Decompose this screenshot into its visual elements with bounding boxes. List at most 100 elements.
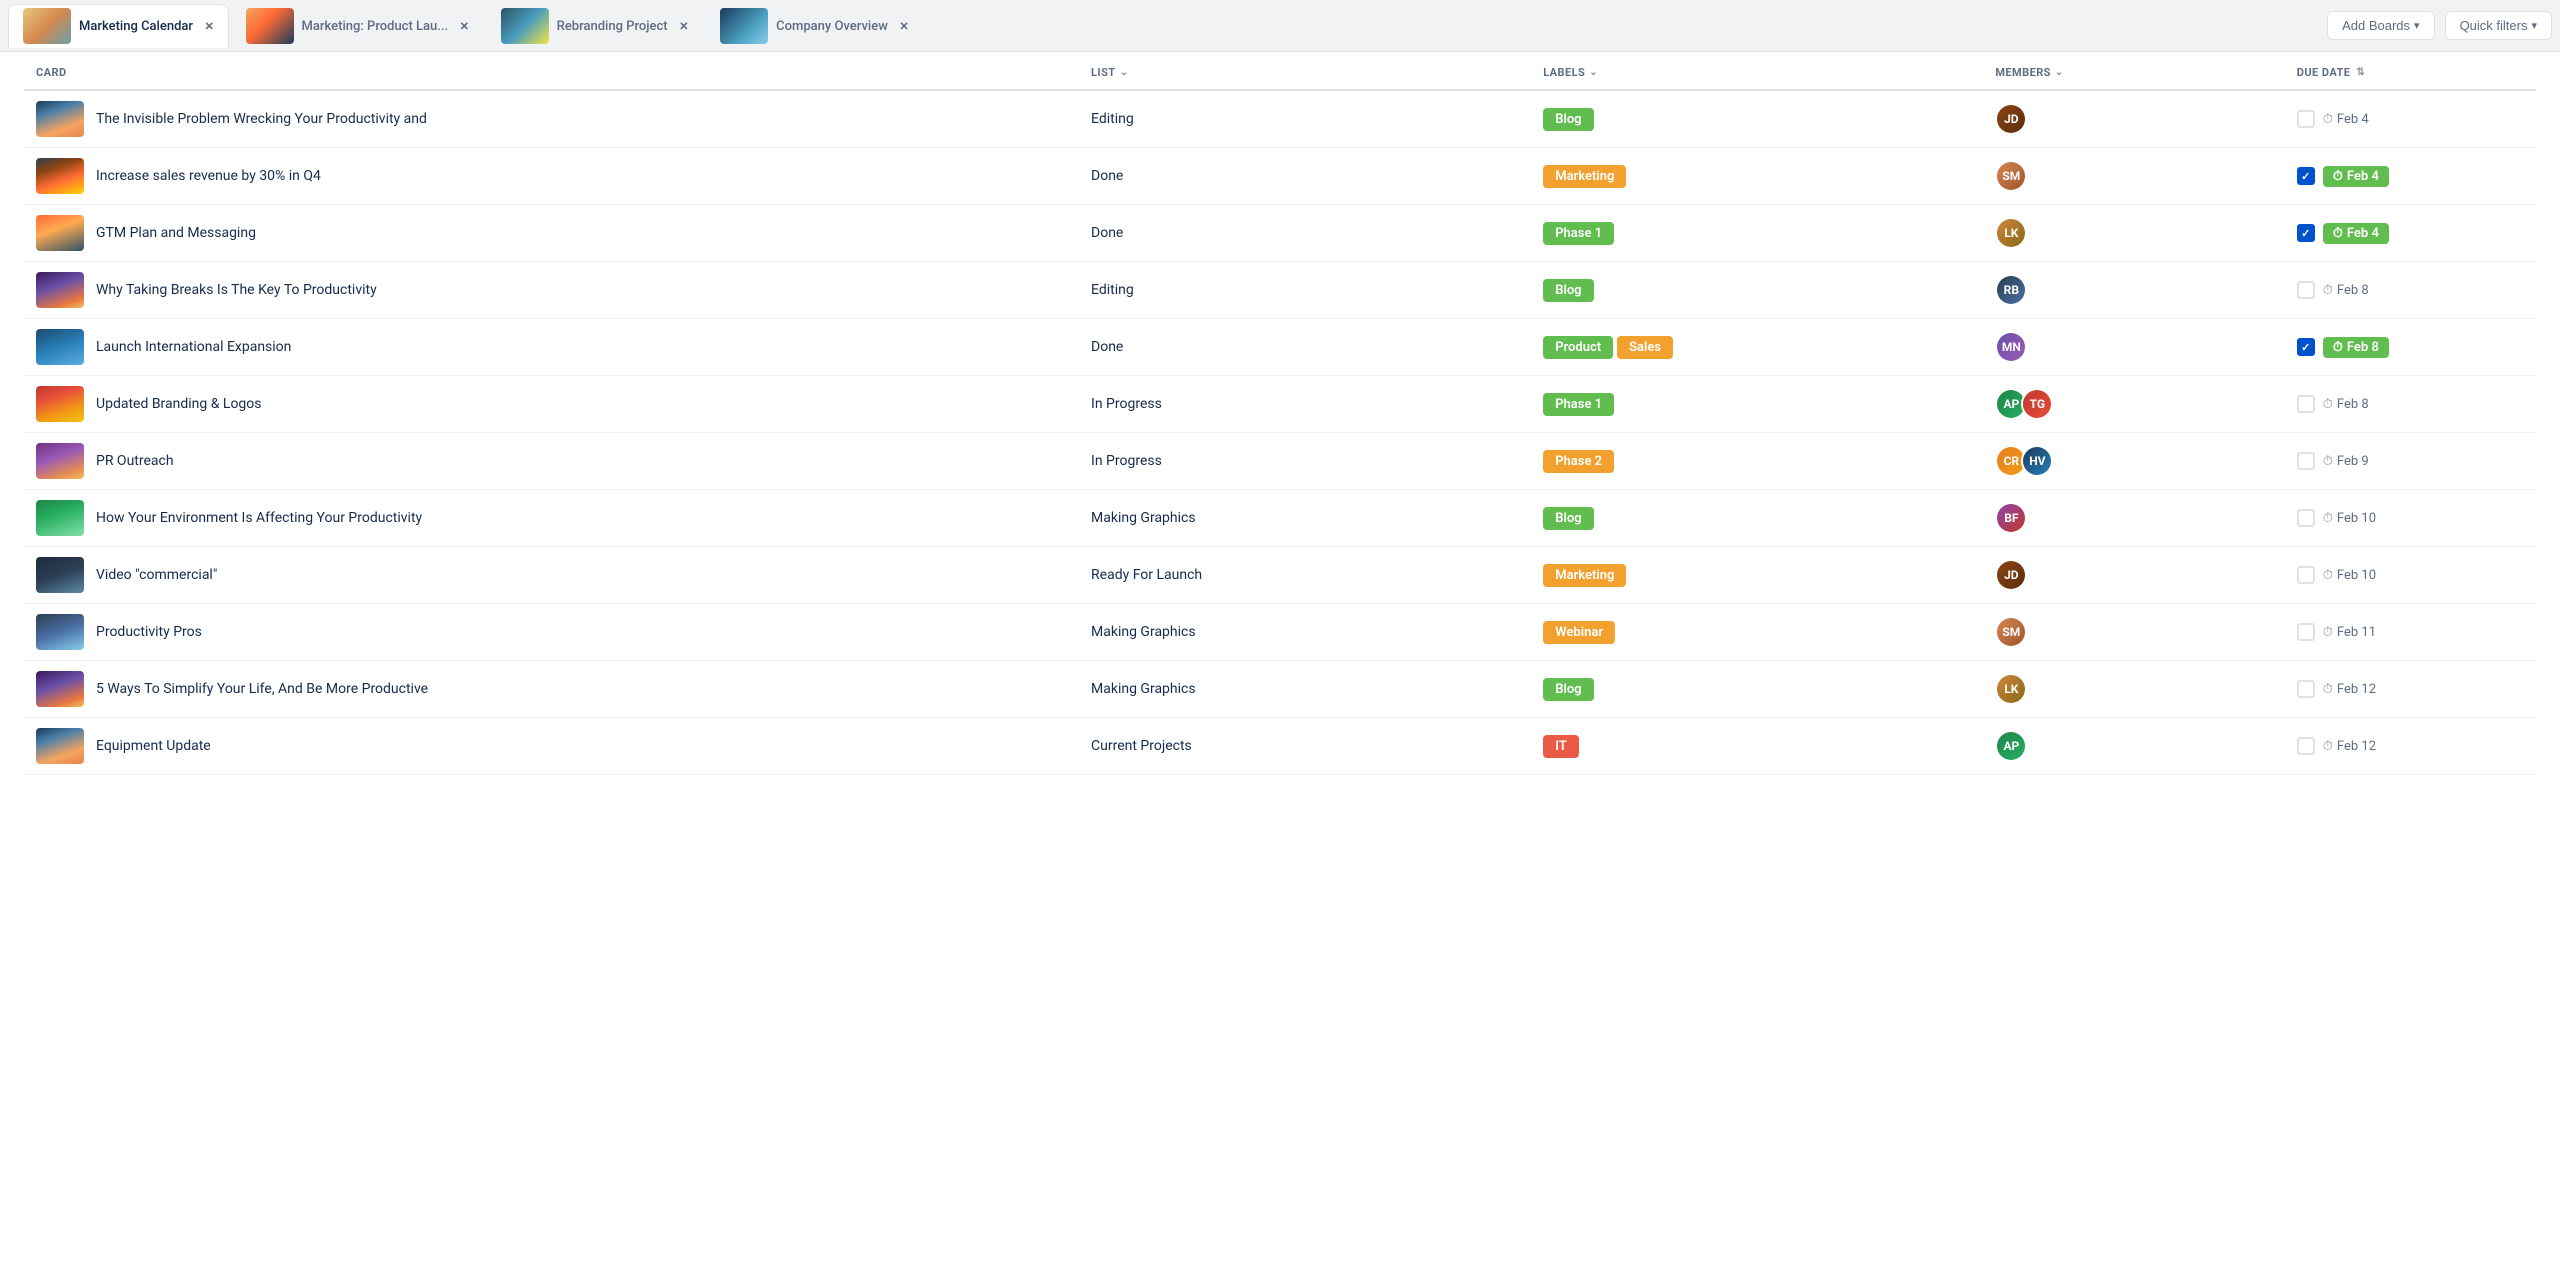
- tab-close-company-overview[interactable]: ×: [900, 18, 909, 34]
- list-cell-5: Done: [1079, 319, 1531, 376]
- card-thumbnail: [36, 500, 84, 536]
- due-date-checkbox[interactable]: [2297, 623, 2315, 641]
- due-date-checkbox[interactable]: [2297, 338, 2315, 356]
- tab-marketing-calendar[interactable]: Marketing Calendar ×: [8, 4, 229, 48]
- card-title: Why Taking Breaks Is The Key To Producti…: [96, 282, 377, 298]
- card-cell-11[interactable]: 5 Ways To Simplify Your Life, And Be Mor…: [24, 661, 1079, 718]
- members-cell-7: CR HV: [1983, 433, 2284, 490]
- avatar: SM: [1995, 160, 2027, 192]
- duedate-cell-7: ⏱ Feb 9: [2285, 433, 2536, 490]
- card-title: GTM Plan and Messaging: [96, 225, 256, 241]
- col-header-members[interactable]: MEMBERS ⌄: [1983, 52, 2284, 90]
- card-thumbnail: [36, 443, 84, 479]
- clock-icon: ⏱: [2333, 340, 2343, 355]
- due-date-checkbox[interactable]: [2297, 680, 2315, 698]
- table-row: Increase sales revenue by 30% in Q4 Done…: [24, 148, 2536, 205]
- clock-icon: ⏱: [2333, 226, 2343, 241]
- card-cell-9[interactable]: Video "commercial": [24, 547, 1079, 604]
- label-badge: Blog: [1543, 678, 1593, 701]
- list-name: Making Graphics: [1091, 510, 1196, 526]
- avatar: SM: [1995, 616, 2027, 648]
- due-date-checkbox[interactable]: [2297, 281, 2315, 299]
- card-title: The Invisible Problem Wrecking Your Prod…: [96, 111, 427, 127]
- tab-label-rebranding: Rebranding Project: [557, 19, 668, 34]
- card-thumbnail: [36, 386, 84, 422]
- labels-cell-11: Blog: [1531, 661, 1983, 718]
- tab-label-marketing-calendar: Marketing Calendar: [79, 19, 193, 34]
- col-header-labels[interactable]: LABELS ⌄: [1531, 52, 1983, 90]
- tab-close-marketing-calendar[interactable]: ×: [205, 18, 214, 34]
- add-boards-button[interactable]: Add Boards ▾: [2327, 11, 2434, 40]
- card-thumbnail: [36, 329, 84, 365]
- col-header-duedate[interactable]: DUE DATE ⇅: [2285, 52, 2536, 90]
- cards-table: CARD LIST ⌄ LABELS ⌄: [24, 52, 2536, 775]
- tab-close-product-launch[interactable]: ×: [460, 18, 469, 34]
- avatar: JD: [1995, 559, 2027, 591]
- avatar: RB: [1995, 274, 2027, 306]
- duedate-cell-11: ⏱ Feb 12: [2285, 661, 2536, 718]
- label-badge: Blog: [1543, 507, 1593, 530]
- card-cell-4[interactable]: Why Taking Breaks Is The Key To Producti…: [24, 262, 1079, 319]
- labels-cell-1: Blog: [1531, 90, 1983, 148]
- due-date-text: ⏱ Feb 11: [2323, 625, 2376, 640]
- avatar: TG: [2021, 388, 2053, 420]
- list-name: In Progress: [1091, 396, 1162, 412]
- tab-label-company-overview: Company Overview: [776, 19, 888, 34]
- card-cell-5[interactable]: Launch International Expansion: [24, 319, 1079, 376]
- due-date-text: ⏱ Feb 4: [2323, 112, 2369, 127]
- clock-icon: ⏱: [2323, 739, 2333, 754]
- card-thumbnail: [36, 215, 84, 251]
- due-date-checkbox[interactable]: [2297, 224, 2315, 242]
- due-date-checkbox[interactable]: [2297, 110, 2315, 128]
- table-row: Launch International Expansion Done Prod…: [24, 319, 2536, 376]
- avatar: HV: [2021, 445, 2053, 477]
- tab-product-launch[interactable]: Marketing: Product Lau... ×: [231, 4, 484, 48]
- list-cell-12: Current Projects: [1079, 718, 1531, 775]
- due-date-checkbox[interactable]: [2297, 566, 2315, 584]
- tab-company-overview[interactable]: Company Overview ×: [705, 4, 923, 48]
- card-cell-2[interactable]: Increase sales revenue by 30% in Q4: [24, 148, 1079, 205]
- card-cell-12[interactable]: Equipment Update: [24, 718, 1079, 775]
- card-cell-3[interactable]: GTM Plan and Messaging: [24, 205, 1079, 262]
- tab-rebranding[interactable]: Rebranding Project ×: [486, 4, 704, 48]
- table-row: PR Outreach In Progress Phase 2 CR HV ⏱ …: [24, 433, 2536, 490]
- label-badge: Product: [1543, 336, 1613, 359]
- tab-close-rebranding[interactable]: ×: [680, 18, 689, 34]
- card-cell-8[interactable]: How Your Environment Is Affecting Your P…: [24, 490, 1079, 547]
- card-thumbnail: [36, 614, 84, 650]
- members-cell-4: RB: [1983, 262, 2284, 319]
- duedate-cell-4: ⏱ Feb 8: [2285, 262, 2536, 319]
- due-date-checkbox[interactable]: [2297, 395, 2315, 413]
- table-row: Equipment Update Current Projects IT AP …: [24, 718, 2536, 775]
- due-date-checkbox[interactable]: [2297, 167, 2315, 185]
- clock-icon: ⏱: [2323, 625, 2333, 640]
- col-header-list[interactable]: LIST ⌄: [1079, 52, 1531, 90]
- table-row: 5 Ways To Simplify Your Life, And Be Mor…: [24, 661, 2536, 718]
- members-cell-6: AP TG: [1983, 376, 2284, 433]
- card-cell-1[interactable]: The Invisible Problem Wrecking Your Prod…: [24, 90, 1079, 148]
- due-date-checkbox[interactable]: [2297, 737, 2315, 755]
- list-name: Current Projects: [1091, 738, 1192, 754]
- card-thumbnail: [36, 272, 84, 308]
- card-title: Increase sales revenue by 30% in Q4: [96, 168, 321, 184]
- label-badge: Phase 1: [1543, 393, 1614, 416]
- card-cell-6[interactable]: Updated Branding & Logos: [24, 376, 1079, 433]
- tab-thumb-product-launch: [246, 8, 294, 44]
- sort-icon-duedate: ⇅: [2356, 67, 2365, 78]
- quick-filters-button[interactable]: Quick filters ▾: [2445, 11, 2552, 40]
- due-date-checkbox[interactable]: [2297, 509, 2315, 527]
- due-date-checkbox[interactable]: [2297, 452, 2315, 470]
- card-thumbnail: [36, 101, 84, 137]
- clock-icon: ⏱: [2323, 283, 2333, 298]
- add-boards-label: Add Boards: [2342, 18, 2410, 33]
- list-cell-6: In Progress: [1079, 376, 1531, 433]
- due-date-badge: ⏱ Feb 4: [2323, 166, 2389, 187]
- card-cell-10[interactable]: Productivity Pros: [24, 604, 1079, 661]
- list-cell-2: Done: [1079, 148, 1531, 205]
- table-row: Why Taking Breaks Is The Key To Producti…: [24, 262, 2536, 319]
- list-name: Ready For Launch: [1091, 567, 1202, 583]
- duedate-cell-8: ⏱ Feb 10: [2285, 490, 2536, 547]
- card-title: Video "commercial": [96, 567, 217, 583]
- card-cell-7[interactable]: PR Outreach: [24, 433, 1079, 490]
- label-badge: Phase 1: [1543, 222, 1614, 245]
